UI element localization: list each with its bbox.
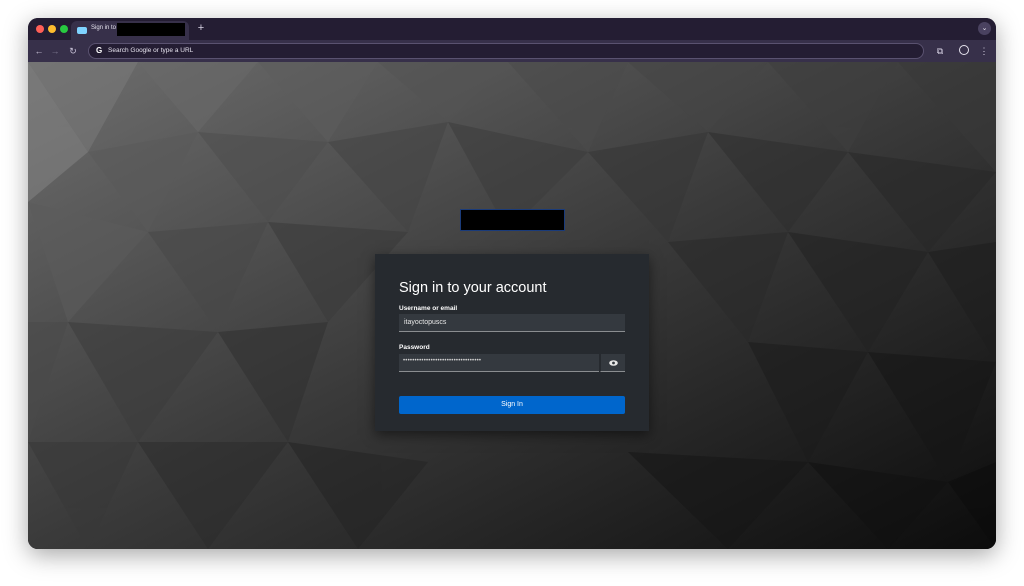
profile-icon[interactable]: [959, 45, 969, 55]
browser-tab[interactable]: Sign in to: [71, 21, 189, 40]
username-label: Username or email: [399, 305, 458, 312]
page-viewport: Sign in to your account Username or emai…: [28, 62, 996, 549]
extensions-icon[interactable]: ⧉: [934, 45, 946, 57]
minimize-window-button[interactable]: [48, 25, 56, 33]
browser-window: Sign in to + ⌄ ← → ↻ G Search Google or …: [28, 18, 996, 549]
redacted-logo: [460, 209, 565, 231]
password-value: ••••••••••••••••••••••••••••••••••: [403, 358, 482, 364]
redacted-tab-text: [117, 23, 185, 36]
tab-favicon-icon: [77, 27, 87, 34]
back-arrow-icon[interactable]: ←: [33, 45, 45, 57]
tab-title: Sign in to: [91, 25, 117, 31]
username-input[interactable]: itayoctopuscs: [399, 314, 625, 332]
address-bar-placeholder: Search Google or type a URL: [108, 47, 194, 54]
browser-toolbar: ← → ↻ G Search Google or type a URL ⧉ ⋮: [28, 40, 996, 62]
reload-icon[interactable]: ↻: [67, 45, 79, 57]
password-label: Password: [399, 344, 430, 351]
page-title: Sign in to your account: [399, 280, 547, 296]
new-tab-button[interactable]: +: [194, 21, 208, 35]
tab-dropdown-icon[interactable]: ⌄: [978, 22, 991, 35]
username-value: itayoctopuscs: [404, 319, 447, 326]
tab-bar: Sign in to + ⌄: [28, 18, 996, 40]
maximize-window-button[interactable]: [60, 25, 68, 33]
show-password-button[interactable]: [600, 354, 625, 372]
forward-arrow-icon[interactable]: →: [49, 45, 61, 57]
close-window-button[interactable]: [36, 25, 44, 33]
kebab-menu-icon[interactable]: ⋮: [979, 45, 989, 57]
google-icon: G: [96, 46, 103, 55]
password-input[interactable]: ••••••••••••••••••••••••••••••••••: [399, 354, 599, 372]
sign-in-button[interactable]: Sign In: [399, 396, 625, 414]
show-password-eye-icon: [609, 360, 618, 366]
login-card: Sign in to your account Username or emai…: [375, 254, 649, 431]
address-bar[interactable]: G Search Google or type a URL: [88, 43, 924, 59]
